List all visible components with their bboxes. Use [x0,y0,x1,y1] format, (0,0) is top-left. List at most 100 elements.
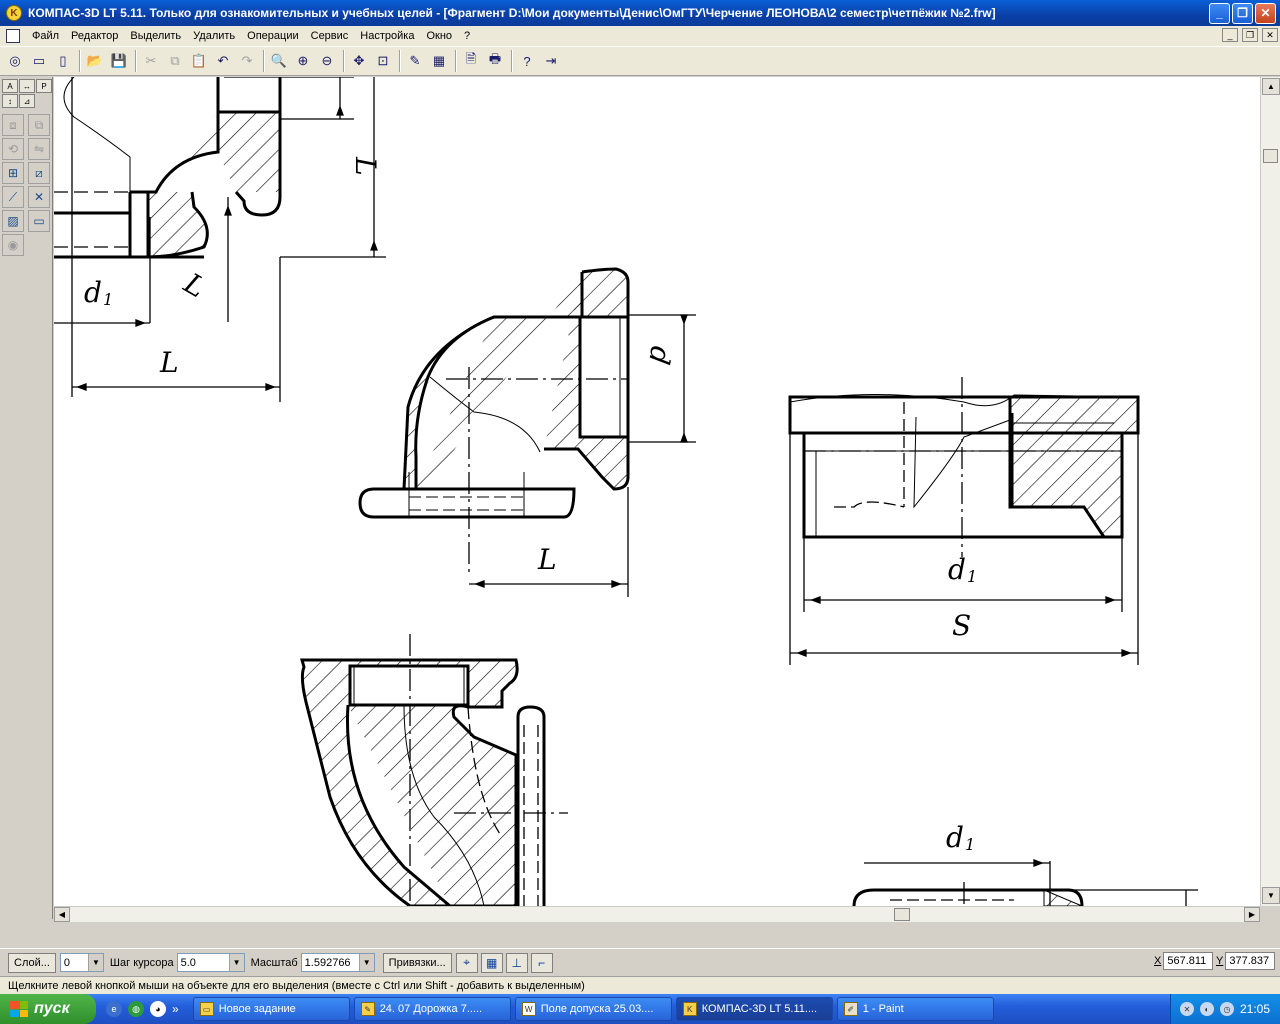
save-icon[interactable]: 💾 [108,50,130,72]
task-tolerance[interactable]: W Поле допуска 25.03.... [514,997,672,1021]
scale-icon[interactable]: ⊞ [2,162,24,184]
vertical-scroll-thumb[interactable] [1263,149,1278,163]
doc-minimize-button[interactable]: _ [1222,28,1238,42]
local-cs-icon[interactable]: ⊥ [505,952,528,973]
bottom-right-fitting[interactable] [852,859,1198,906]
undo-icon[interactable]: ↶ [212,50,234,72]
spec-icon[interactable]: ◉ [2,234,24,256]
print-preview-icon[interactable]: 🗎 [460,50,482,72]
paste-icon[interactable]: 📋 [188,50,210,72]
start-button[interactable]: пуск [0,994,96,1024]
close-button[interactable]: ✕ [1255,2,1276,24]
security-icon[interactable]: ◐ [1199,1002,1214,1016]
zoom-out-icon[interactable]: ⊖ [316,50,338,72]
y-label: Y [1216,955,1224,967]
trim-icon[interactable]: ⟋ [2,186,24,208]
context-help-icon[interactable]: ? [516,50,538,72]
menu-service[interactable]: Сервис [305,30,355,42]
zoom-fit-icon[interactable]: ⊡ [372,50,394,72]
geometry-tool-tab[interactable]: P [36,79,52,93]
pan-icon[interactable]: ✥ [348,50,370,72]
text-tool-tab[interactable]: A [2,79,18,93]
ortho-mode-icon[interactable]: ⌐ [530,952,553,973]
redo-icon[interactable]: ↷ [236,50,258,72]
ie-icon[interactable]: e [106,1001,122,1017]
scroll-right-arrow-icon[interactable]: ▶ [1244,907,1260,922]
doc-close-button[interactable]: ✕ [1262,28,1278,42]
minimize-button[interactable]: _ [1209,2,1230,24]
dropdown-arrow-icon[interactable]: ▼ [358,954,374,971]
deform-icon[interactable]: ⧄ [28,162,50,184]
menu-window[interactable]: Окно [420,30,458,42]
grid-toggle-icon[interactable]: ▦ [480,952,503,973]
snaps-button[interactable]: Привязки... [382,952,452,973]
clock-time[interactable]: 21:05 [1240,1002,1270,1016]
move-icon[interactable]: ⧈ [2,114,24,136]
scroll-down-arrow-icon[interactable]: ▼ [1262,887,1280,904]
dimension-tool-tab[interactable]: ↔ [19,79,35,93]
horizontal-scroll-thumb[interactable] [894,908,910,921]
print-icon[interactable]: 🖶 [484,50,506,72]
task-kompas[interactable]: K КОМПАС-3D LT 5.11.... [675,997,833,1021]
globe-icon[interactable]: ◍ [128,1001,144,1017]
windows-taskbar: пуск e ◍ ◕ » ▭ Новое задание ✎ 24. 07 До… [0,994,1280,1024]
rotate-icon[interactable]: ⟲ [2,138,24,160]
mirror-icon[interactable]: ⇋ [28,138,50,160]
middle-elbow[interactable] [358,267,696,597]
top-left-elbow[interactable] [54,77,386,402]
doc-restore-button[interactable]: ❐ [1242,28,1258,42]
restore-button[interactable]: ❐ [1232,2,1253,24]
layer-combo[interactable]: 0 ▼ [59,953,104,972]
measure-tool-tab[interactable]: ⊿ [19,94,35,108]
kompas-app-icon[interactable]: K [6,5,22,21]
bottom-elbow[interactable] [300,634,568,906]
copy-object-icon[interactable]: ⧉ [28,114,50,136]
dropdown-arrow-icon[interactable]: ▼ [87,954,103,971]
hatch-icon[interactable]: ▨ [2,210,24,232]
new-fragment-icon[interactable]: ▯ [52,50,74,72]
panda-icon[interactable]: ◕ [150,1001,166,1017]
menu-file[interactable]: Файл [26,30,65,42]
cursor-step-combo[interactable]: 5.0 ▼ [176,953,245,972]
copy-icon[interactable]: ⧉ [164,50,186,72]
new-sheet-icon[interactable]: ▭ [28,50,50,72]
task-new-task[interactable]: ▭ Новое задание [192,997,350,1021]
windows-logo-icon [10,1001,28,1017]
edit-tool-tab[interactable]: ↕ [2,94,18,108]
break-icon[interactable]: ✕ [28,186,50,208]
dropdown-arrow-icon[interactable]: ▼ [228,954,244,971]
document-icon[interactable] [6,29,20,43]
menu-delete[interactable]: Удалить [187,30,241,42]
horizontal-scrollbar[interactable]: ◀ ▶ [54,906,1260,922]
drawing-canvas[interactable]: d 1 L L L d L d 1 S d 1 [54,77,1260,906]
cut-icon[interactable]: ✂ [140,50,162,72]
snap-toggle-icon[interactable]: ⌖ [455,952,478,973]
task-track[interactable]: ✎ 24. 07 Дорожка 7..... [353,997,511,1021]
new-model-icon[interactable]: ◎ [4,50,26,72]
menu-select[interactable]: Выделить [124,30,187,42]
layer-button[interactable]: Слой... [8,952,56,973]
vertical-scrollbar[interactable]: ▲ ▼ [1260,77,1280,906]
window-title: КОМПАС-3D LT 5.11. Только для ознакомите… [28,6,996,20]
scroll-up-arrow-icon[interactable]: ▲ [1262,78,1280,95]
quick-launch-more[interactable]: » [172,1002,179,1016]
scroll-left-arrow-icon[interactable]: ◀ [54,907,70,922]
zoom-icon[interactable]: 🔍 [268,50,290,72]
zoom-in-icon[interactable]: ⊕ [292,50,314,72]
network-icon[interactable]: ✕ [1179,1002,1194,1016]
scale-combo[interactable]: 1.592766 ▼ [300,953,375,972]
menu-editor[interactable]: Редактор [65,30,124,42]
menu-help[interactable]: ? [458,30,476,42]
clock-icon[interactable]: ◷ [1219,1002,1234,1016]
open-icon[interactable]: 📂 [84,50,106,72]
folder-icon: ▭ [199,1002,214,1016]
menu-settings[interactable]: Настройка [354,30,420,42]
menu-operations[interactable]: Операции [241,30,304,42]
regenerate-icon[interactable]: ✎ [404,50,426,72]
task-paint[interactable]: ✐ 1 - Paint [836,997,994,1021]
grid-icon[interactable]: ▦ [428,50,450,72]
exit-icon[interactable]: ⇥ [540,50,562,72]
drawing-svg[interactable]: d 1 L L L d L d 1 S d 1 [54,77,1260,906]
array-icon[interactable]: ▭ [28,210,50,232]
current-state-bar: Слой... 0 ▼ Шаг курсора 5.0 ▼ Масштаб 1.… [0,948,1280,976]
